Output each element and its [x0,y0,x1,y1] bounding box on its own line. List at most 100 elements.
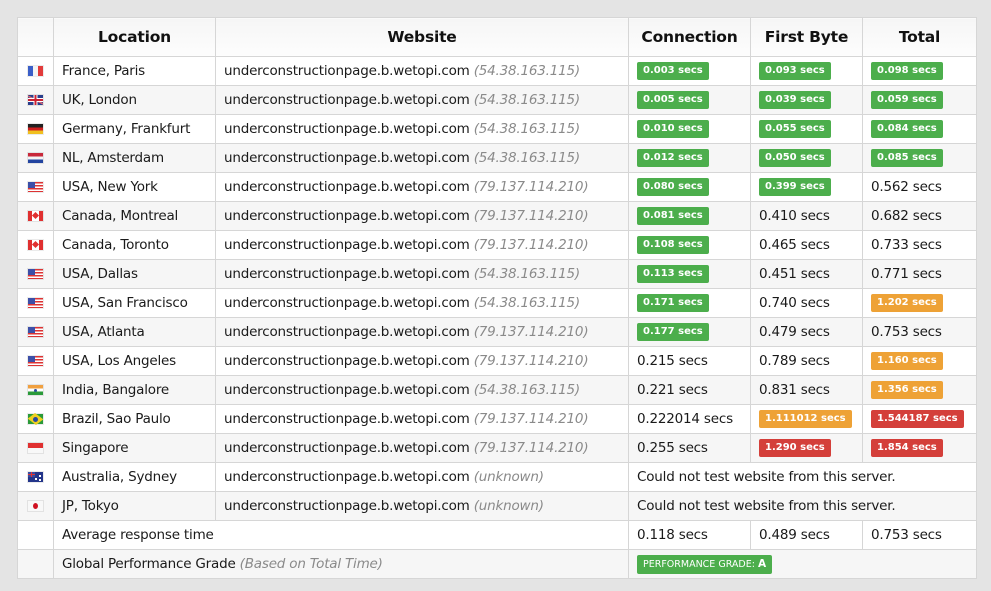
first-byte-time-value: 0.410 secs [759,208,830,224]
total-time-badge: 1.160 secs [871,352,943,370]
website-url[interactable]: underconstructionpage.b.wetopi.com [224,92,470,108]
flag-cell [17,433,54,463]
connection-time-cell: 0.221 secs [628,375,751,405]
website-url[interactable]: underconstructionpage.b.wetopi.com [224,353,470,369]
website-url[interactable]: underconstructionpage.b.wetopi.com [224,266,470,282]
total-time-cell: 1.854 secs [862,433,977,463]
table-row: Brazil, Sao Paulo underconstructionpage.b… [17,404,977,434]
header-website[interactable]: Website [215,17,629,57]
website-url[interactable]: underconstructionpage.b.wetopi.com [224,121,470,137]
usa-flag-icon [28,356,43,366]
connection-time-value: 0.255 secs [637,440,708,456]
website-cell: underconstructionpage.b.wetopi.com (54.3… [215,56,629,86]
server-ip: (79.137.114.210) [473,411,589,427]
first-byte-time-value: 0.831 secs [759,382,830,398]
total-time-value: 0.753 secs [871,324,942,340]
connection-time-cell: 0.081 secs [628,201,751,231]
website-url[interactable]: underconstructionpage.b.wetopi.com [224,469,470,485]
total-time-cell: 0.771 secs [862,259,977,289]
header-location[interactable]: Location [53,17,216,57]
connection-time-cell: 0.255 secs [628,433,751,463]
website-url[interactable]: underconstructionpage.b.wetopi.com [224,63,470,79]
connection-time-badge: 0.005 secs [637,91,709,109]
header-connection[interactable]: Connection [628,17,751,57]
server-ip: (54.38.163.115) [473,121,581,137]
total-time-cell: 1.356 secs [862,375,977,405]
website-url[interactable]: underconstructionpage.b.wetopi.com [224,150,470,166]
connection-time-cell: 0.215 secs [628,346,751,376]
first-byte-time-cell: 0.055 secs [750,114,863,144]
website-url[interactable]: underconstructionpage.b.wetopi.com [224,179,470,195]
first-byte-time-cell: 0.789 secs [750,346,863,376]
singapore-flag-icon [28,443,43,453]
server-ip: (79.137.114.210) [473,179,589,195]
website-cell: underconstructionpage.b.wetopi.com (79.1… [215,433,629,463]
first-byte-time-badge: 0.039 secs [759,91,831,109]
total-time-value: 0.733 secs [871,237,942,253]
server-ip: (79.137.114.210) [473,324,589,340]
total-time-value: 0.562 secs [871,179,942,195]
grade-row: Global Performance Grade (Based on Total… [17,549,977,579]
website-cell: underconstructionpage.b.wetopi.com (79.1… [215,201,629,231]
test-error-message: Could not test website from this server. [628,491,977,521]
first-byte-time-value: 0.451 secs [759,266,830,282]
connection-time-cell: 0.010 secs [628,114,751,144]
grade-note: (Based on Total Time) [239,556,383,572]
first-byte-time-cell: 1.111012 secs [750,404,863,434]
flag-cell [17,114,54,144]
connection-time-badge: 0.012 secs [637,149,709,167]
website-url[interactable]: underconstructionpage.b.wetopi.com [224,382,470,398]
connection-time-cell: 0.171 secs [628,288,751,318]
empty-flag-cell [17,549,54,579]
location-cell: USA, Atlanta [53,317,216,347]
first-byte-time-cell: 0.050 secs [750,143,863,173]
table-row: Canada, Toronto underconstructionpage.b.w… [17,230,977,260]
canada-flag-icon [28,211,43,221]
flag-cell [17,404,54,434]
website-url[interactable]: underconstructionpage.b.wetopi.com [224,208,470,224]
empty-flag-cell [17,520,54,550]
usa-flag-icon [28,182,43,192]
first-byte-time-cell: 0.410 secs [750,201,863,231]
flag-cell [17,462,54,492]
total-time-value: 0.682 secs [871,208,942,224]
first-byte-time-cell: 0.399 secs [750,172,863,202]
website-cell: underconstructionpage.b.wetopi.com (54.3… [215,288,629,318]
first-byte-time-value: 0.465 secs [759,237,830,253]
first-byte-time-badge: 1.111012 secs [759,410,852,428]
table-row: Australia, Sydney underconstructionpage.b… [17,462,977,492]
first-byte-time-value: 0.740 secs [759,295,830,311]
table-row: USA, Atlanta underconstructionpage.b.weto… [17,317,977,347]
first-byte-time-badge: 0.055 secs [759,120,831,138]
first-byte-time-cell: 0.465 secs [750,230,863,260]
website-url[interactable]: underconstructionpage.b.wetopi.com [224,498,470,514]
table-row: USA, San Francisco underconstructionpage.… [17,288,977,318]
server-ip: (54.38.163.115) [473,92,581,108]
table-row: Canada, Montreal underconstructionpage.b.… [17,201,977,231]
total-time-cell: 0.098 secs [862,56,977,86]
header-total[interactable]: Total [862,17,977,57]
location-cell: USA, San Francisco [53,288,216,318]
connection-time-badge: 0.171 secs [637,294,709,312]
website-url[interactable]: underconstructionpage.b.wetopi.com [224,295,470,311]
header-first-byte[interactable]: First Byte [750,17,863,57]
connection-time-cell: 0.108 secs [628,230,751,260]
france-flag-icon [28,66,43,76]
website-url[interactable]: underconstructionpage.b.wetopi.com [224,440,470,456]
average-first-byte: 0.489 secs [750,520,863,550]
uk-flag-icon [28,95,43,105]
website-url[interactable]: underconstructionpage.b.wetopi.com [224,411,470,427]
total-time-cell: 1.160 secs [862,346,977,376]
location-cell: USA, Dallas [53,259,216,289]
website-url[interactable]: underconstructionpage.b.wetopi.com [224,237,470,253]
total-time-cell: 0.085 secs [862,143,977,173]
table-row: India, Bangalore underconstructionpage.b.… [17,375,977,405]
website-url[interactable]: underconstructionpage.b.wetopi.com [224,324,470,340]
table-row: Germany, Frankfurt underconstructionpage.… [17,114,977,144]
first-byte-time-cell: 0.039 secs [750,85,863,115]
website-cell: underconstructionpage.b.wetopi.com (54.3… [215,85,629,115]
flag-cell [17,172,54,202]
location-cell: Germany, Frankfurt [53,114,216,144]
connection-time-cell: 0.003 secs [628,56,751,86]
total-time-badge: 1.202 secs [871,294,943,312]
